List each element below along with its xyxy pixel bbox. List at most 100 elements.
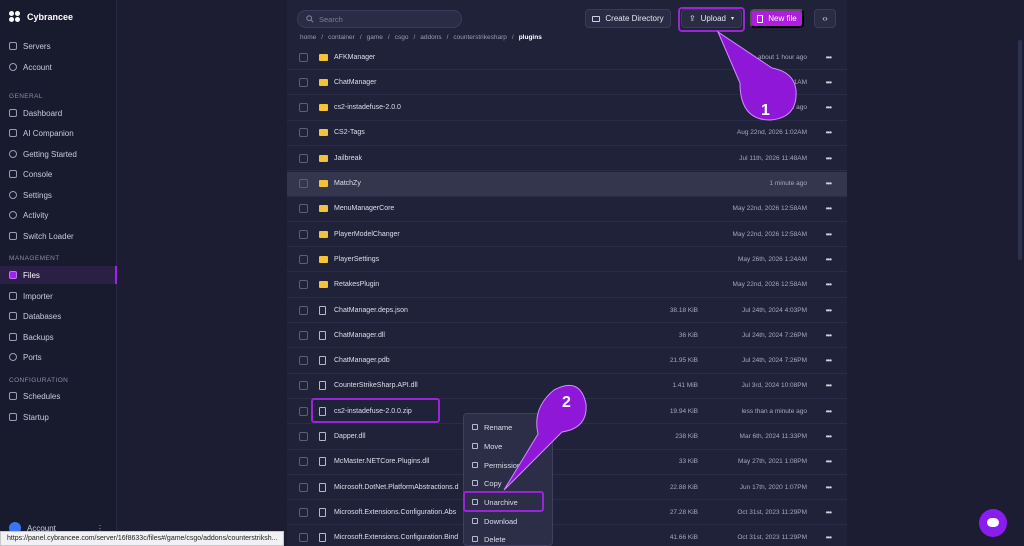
file-row[interactable]: Microsoft.Extensions.Configuration.Abs 27…	[287, 500, 847, 526]
file-row[interactable]: ChatManager.deps.json 38.18 KiB Jul 24th, …	[287, 298, 847, 323]
more-horizontal-icon[interactable]: •••	[826, 407, 832, 416]
file-name[interactable]: PlayerModelChanger	[334, 231, 400, 238]
sidebar-item-ports[interactable]: Ports	[0, 348, 117, 366]
breadcrumb-counterstrikesharp[interactable]: counterstrikesharp	[453, 34, 506, 41]
more-horizontal-icon[interactable]: •••	[826, 306, 832, 315]
sidebar-item-settings[interactable]: Settings	[0, 186, 117, 204]
more-horizontal-icon[interactable]: •••	[826, 53, 832, 62]
file-row[interactable]: PlayerModelChanger May 22nd, 2026 12:58AM…	[287, 222, 847, 248]
sidebar-item-activity[interactable]: Activity	[0, 206, 117, 224]
more-horizontal-icon[interactable]: •••	[826, 230, 832, 239]
breadcrumb-game[interactable]: game	[367, 34, 383, 41]
more-horizontal-icon[interactable]: •••	[826, 280, 832, 289]
sidebar-item-dashboard[interactable]: Dashboard	[0, 104, 117, 122]
context-menu-permissions[interactable]: Permissions	[464, 456, 554, 474]
file-name[interactable]: Dapper.dll	[334, 433, 366, 440]
row-checkbox[interactable]	[299, 254, 308, 264]
code-toggle-button[interactable]: ‹›	[814, 9, 836, 28]
new-file-button[interactable]: New file	[750, 9, 804, 28]
row-checkbox[interactable]	[299, 406, 308, 416]
file-name[interactable]: ChatManager.pdb	[334, 357, 390, 364]
file-row[interactable]: Microsoft.Extensions.Configuration.Bind 4…	[287, 526, 847, 546]
breadcrumb-container[interactable]: container	[328, 34, 355, 41]
sidebar-item-servers[interactable]: Servers	[0, 37, 117, 55]
more-horizontal-icon[interactable]: •••	[826, 508, 832, 517]
file-name[interactable]: Microsoft.DotNet.PlatformAbstractions.d	[334, 484, 459, 491]
more-horizontal-icon[interactable]: •••	[826, 381, 832, 390]
file-name[interactable]: Microsoft.Extensions.Configuration.Abs	[334, 509, 456, 516]
file-name[interactable]: PlayerSettings	[334, 256, 379, 263]
more-horizontal-icon[interactable]: •••	[826, 533, 832, 542]
sidebar-item-switch-loader[interactable]: Switch Loader	[0, 227, 117, 245]
more-horizontal-icon[interactable]: •••	[826, 154, 832, 163]
file-name[interactable]: ChatManager.dll	[334, 332, 385, 339]
search-input[interactable]	[319, 14, 449, 24]
breadcrumb-addons[interactable]: addons	[420, 34, 441, 41]
file-name[interactable]: CS2-Tags	[334, 129, 365, 136]
breadcrumb-csgo[interactable]: csgo	[395, 34, 409, 41]
more-horizontal-icon[interactable]: •••	[826, 356, 832, 365]
file-name[interactable]: AFKManager	[334, 54, 375, 61]
more-horizontal-icon[interactable]: •••	[826, 255, 832, 264]
row-checkbox[interactable]	[299, 280, 308, 290]
search-bar[interactable]	[297, 10, 462, 28]
file-name[interactable]: RetakesPlugin	[334, 281, 379, 288]
file-row[interactable]: Microsoft.DotNet.PlatformAbstractions.d 2…	[287, 475, 847, 501]
sidebar-item-databases[interactable]: Databases	[0, 307, 117, 325]
file-name[interactable]: CounterStrikeSharp.API.dll	[334, 382, 418, 389]
chat-support-icon[interactable]	[979, 509, 1007, 537]
context-menu-delete[interactable]: Delete	[464, 530, 554, 546]
file-row[interactable]: Dapper.dll 238 KiB Mar 6th, 2024 11:33PM ••…	[287, 425, 847, 450]
more-horizontal-icon[interactable]: •••	[826, 128, 832, 137]
more-horizontal-icon[interactable]: •••	[826, 204, 832, 213]
file-name[interactable]: MatchZy	[334, 180, 361, 187]
sidebar-item-getting-started[interactable]: Getting Started	[0, 145, 117, 163]
row-checkbox[interactable]	[299, 482, 308, 492]
file-row[interactable]: PlayerSettings May 26th, 2026 1:24AM •••	[287, 247, 847, 273]
sidebar-item-startup[interactable]: Startup	[0, 408, 117, 426]
more-horizontal-icon[interactable]: •••	[826, 331, 832, 340]
row-checkbox[interactable]	[299, 381, 308, 391]
row-checkbox[interactable]	[299, 330, 308, 340]
sidebar-item-files[interactable]: Files	[0, 266, 117, 284]
more-horizontal-icon[interactable]: •••	[826, 179, 832, 188]
row-checkbox[interactable]	[299, 204, 308, 214]
sidebar-item-account[interactable]: Account	[0, 58, 117, 76]
file-row[interactable]: RetakesPlugin May 22nd, 2026 12:58AM •••	[287, 273, 847, 298]
row-checkbox[interactable]	[299, 103, 308, 113]
more-horizontal-icon[interactable]: •••	[826, 432, 832, 441]
file-row[interactable]: ChatManager.pdb 21.95 KiB Jul 24th, 2024 7…	[287, 349, 847, 374]
context-menu-copy[interactable]: Copy	[464, 474, 554, 492]
brand[interactable]: Cybrancee	[9, 11, 73, 23]
file-name[interactable]: cs2-instadefuse-2.0.0	[334, 104, 401, 111]
row-checkbox[interactable]	[299, 153, 308, 163]
row-checkbox[interactable]	[299, 77, 308, 87]
row-checkbox[interactable]	[299, 128, 308, 138]
file-row[interactable]: ChatManager.dll 36 KiB Jul 24th, 2024 7:26…	[287, 323, 847, 349]
row-checkbox[interactable]	[299, 229, 308, 239]
file-name[interactable]: Jailbreak	[334, 155, 362, 162]
more-horizontal-icon[interactable]: •••	[826, 457, 832, 466]
file-row[interactable]: McMaster.NETCore.Plugins.dll 33 KiB May 27…	[287, 450, 847, 475]
row-checkbox[interactable]	[299, 507, 308, 517]
context-menu-download[interactable]: Download	[464, 512, 554, 530]
file-row[interactable]: MenuManagerCore May 22nd, 2026 12:58AM •••	[287, 197, 847, 222]
scrollbar[interactable]	[1018, 40, 1022, 260]
more-horizontal-icon[interactable]: •••	[826, 483, 832, 492]
more-horizontal-icon[interactable]: •••	[826, 78, 832, 87]
file-name[interactable]: MenuManagerCore	[334, 205, 394, 212]
file-row[interactable]: ChatManager 2026 1:31AM •••	[287, 70, 847, 96]
context-menu-move[interactable]: Move	[464, 437, 554, 455]
file-name[interactable]: ChatManager	[334, 79, 376, 86]
row-checkbox[interactable]	[299, 533, 308, 543]
create-directory-button[interactable]: Create Directory	[585, 9, 671, 28]
row-checkbox[interactable]	[299, 179, 308, 188]
sidebar-item-importer[interactable]: Importer	[0, 287, 117, 305]
row-checkbox[interactable]	[299, 305, 308, 315]
sidebar-item-backups[interactable]: Backups	[0, 328, 117, 346]
file-name[interactable]: Microsoft.Extensions.Configuration.Bind	[334, 534, 458, 541]
sidebar-item-ai-companion[interactable]: AI Companion	[0, 124, 117, 142]
more-horizontal-icon[interactable]: •••	[826, 103, 832, 112]
context-menu-rename[interactable]: Rename	[464, 418, 554, 436]
row-checkbox[interactable]	[299, 52, 308, 62]
